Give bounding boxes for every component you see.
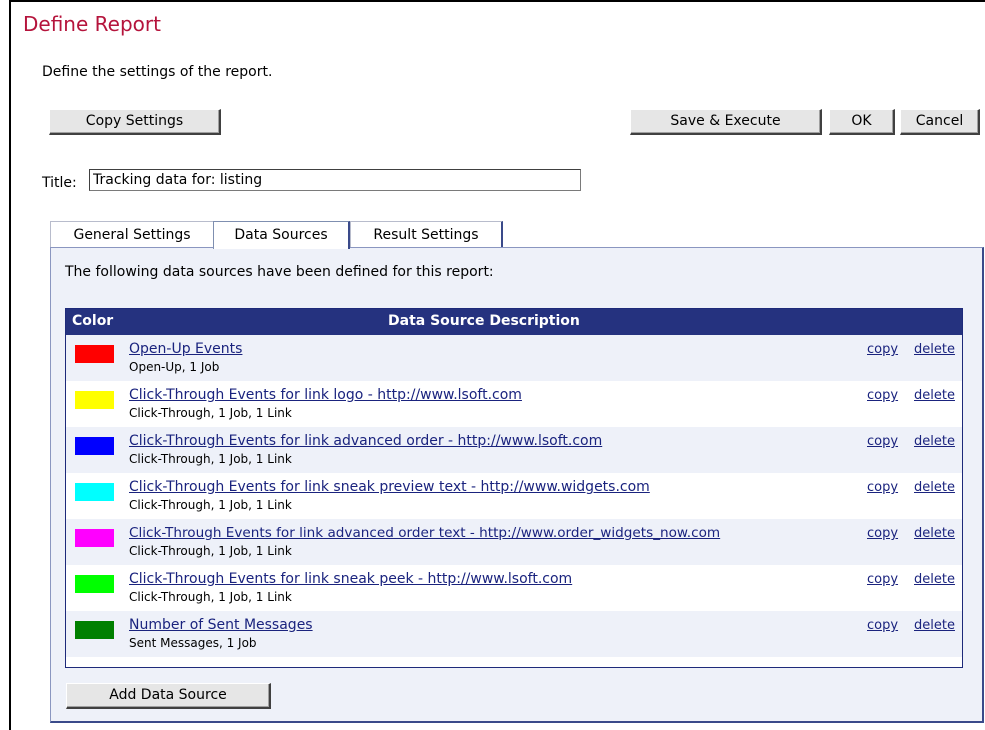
tab-data-sources[interactable]: Data Sources [213,221,350,249]
color-swatch [75,529,114,547]
color-swatch [75,621,114,639]
copy-settings-button[interactable]: Copy Settings [49,109,221,135]
data-sources-intro: The following data sources have been def… [65,264,494,280]
data-source-link[interactable]: Click-Through Events for link advanced o… [129,433,602,449]
header-color: Color [72,313,114,329]
delete-link[interactable]: delete [914,526,955,541]
table-row: Click-Through Events for link logo - htt… [66,381,962,427]
data-source-link[interactable]: Click-Through Events for link advanced o… [129,525,720,541]
page-title: Define Report [23,12,161,36]
page-subtitle: Define the settings of the report. [42,64,273,80]
copy-link[interactable]: copy [867,526,898,541]
data-source-details: Click-Through, 1 Job, 1 Link [129,590,292,604]
header-description: Data Source Description [388,313,580,329]
data-source-details: Click-Through, 1 Job, 1 Link [129,498,292,512]
tab-general-settings[interactable]: General Settings [50,221,214,248]
data-source-link[interactable]: Click-Through Events for link sneak peek… [129,571,572,587]
delete-link[interactable]: delete [914,618,955,633]
color-swatch [75,575,114,593]
table-row: Click-Through Events for link advanced o… [66,519,962,565]
delete-link[interactable]: delete [914,480,955,495]
table-row: Open-Up Events Open-Up, 1 Job copy delet… [66,335,962,381]
ok-button[interactable]: OK [829,109,895,135]
tab-result-settings[interactable]: Result Settings [350,221,503,248]
delete-link[interactable]: delete [914,572,955,587]
color-swatch [75,345,114,363]
data-source-details: Click-Through, 1 Job, 1 Link [129,406,292,420]
data-source-details: Click-Through, 1 Job, 1 Link [129,544,292,558]
delete-link[interactable]: delete [914,342,955,357]
copy-link[interactable]: copy [867,388,898,403]
color-swatch [75,391,114,409]
save-execute-button[interactable]: Save & Execute [630,109,822,135]
title-input[interactable] [89,169,581,191]
table-header: Color Data Source Description [66,309,962,335]
copy-link[interactable]: copy [867,342,898,357]
data-source-details: Sent Messages, 1 Job [129,636,257,650]
copy-link[interactable]: copy [867,618,898,633]
copy-link[interactable]: copy [867,434,898,449]
table-row: Click-Through Events for link advanced o… [66,427,962,473]
copy-link[interactable]: copy [867,572,898,587]
color-swatch [75,437,114,455]
title-label: Title: [42,175,77,191]
color-swatch [75,483,114,501]
table-row: Click-Through Events for link sneak prev… [66,473,962,519]
table-row: Click-Through Events for link sneak peek… [66,565,962,611]
delete-link[interactable]: delete [914,388,955,403]
cancel-button[interactable]: Cancel [900,109,980,135]
data-source-link[interactable]: Number of Sent Messages [129,617,313,633]
data-source-details: Open-Up, 1 Job [129,360,220,374]
data-source-link[interactable]: Click-Through Events for link logo - htt… [129,387,522,403]
data-source-link[interactable]: Open-Up Events [129,341,242,357]
table-row: Number of Sent Messages Sent Messages, 1… [66,611,962,657]
data-source-link[interactable]: Click-Through Events for link sneak prev… [129,479,650,495]
window-frame: Define Report Define the settings of the… [9,0,985,730]
data-sources-panel: The following data sources have been def… [50,247,984,723]
copy-link[interactable]: copy [867,480,898,495]
data-sources-table: Color Data Source Description Open-Up Ev… [65,308,963,668]
delete-link[interactable]: delete [914,434,955,449]
add-data-source-button[interactable]: Add Data Source [66,683,271,709]
data-source-details: Click-Through, 1 Job, 1 Link [129,452,292,466]
